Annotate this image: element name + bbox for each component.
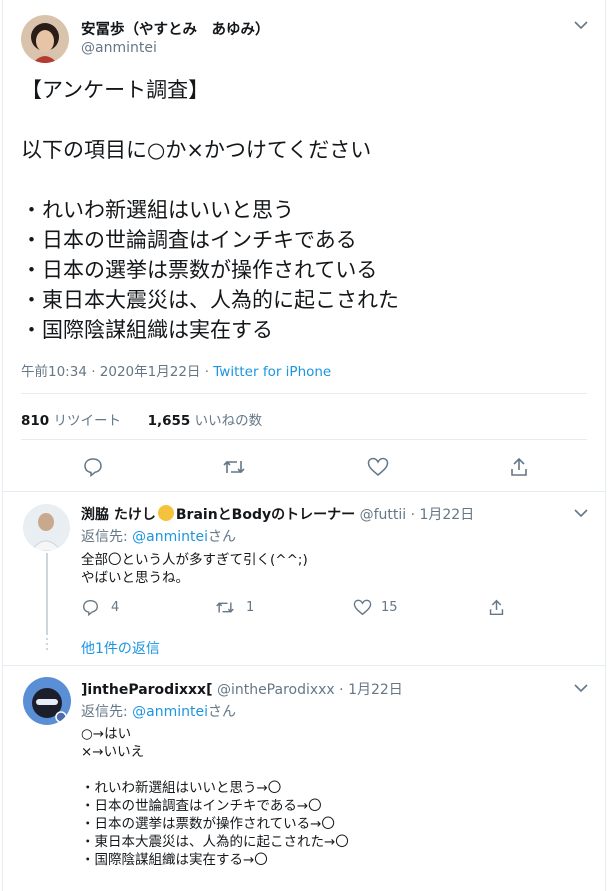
reply-author-handle[interactable]: @intheParodixxx: [217, 682, 335, 698]
reply-line: ・国際陰謀組織は実在する→〇: [81, 852, 268, 868]
divider: [21, 439, 587, 440]
smile-emoji-icon: [157, 505, 174, 521]
reply-to-suffix: さん: [208, 529, 237, 545]
like-label: いいねの数: [194, 413, 263, 429]
reply-author-line: ]intheParodixxx[ @intheParodixxx · 1月22日: [81, 679, 403, 699]
author-avatar[interactable]: [21, 15, 69, 63]
divider: [3, 665, 605, 666]
show-more-replies-link[interactable]: 他1件の返信: [81, 638, 160, 658]
chevron-down-icon[interactable]: [574, 681, 588, 697]
tweet-line: ・れいわ新選組はいいと思う: [21, 198, 294, 222]
chevron-down-icon[interactable]: [574, 506, 588, 522]
author-name[interactable]: 安冨歩（やすとみ あゆみ）: [81, 18, 270, 39]
reply-line: ○→はい: [81, 726, 132, 742]
divider: [3, 491, 605, 492]
reply-icon[interactable]: [82, 599, 99, 620]
reply-to-label: 返信先:: [81, 529, 133, 545]
reply-line: ×→いいえ: [81, 744, 145, 760]
thread-dots: [46, 633, 48, 650]
like-icon[interactable]: [353, 599, 372, 620]
reply-to-label: 返信先:: [81, 704, 133, 720]
reply-avatar[interactable]: [23, 677, 71, 725]
retweet-stat[interactable]: 810 リツイート: [21, 413, 121, 429]
reply-line: ・れいわ新選組はいいと思う→〇: [81, 780, 282, 796]
author-handle[interactable]: @anmintei: [81, 40, 157, 56]
reply-line: ・日本の世論調査はインチキである→〇: [81, 798, 322, 814]
reply-to: 返信先: @anminteiさん: [81, 526, 236, 546]
tweet-thread: 安冨歩（やすとみ あゆみ） @anmintei 【アンケート調査】 以下の項目に…: [2, 0, 606, 891]
reply-to-handle[interactable]: @anmintei: [132, 529, 208, 545]
tweet-line: ・日本の選挙は票数が操作されている: [21, 258, 378, 282]
like-icon[interactable]: [367, 457, 389, 481]
reply-body: 全部〇という人が多すぎて引く(^^;) やばいと思うね。: [81, 551, 308, 587]
like-count: 15: [381, 600, 398, 615]
reply-icon[interactable]: [83, 457, 103, 481]
reply-line: やばいと思うね。: [81, 570, 189, 586]
tweet-source-link[interactable]: Twitter for iPhone: [213, 364, 331, 380]
retweet-icon[interactable]: [215, 599, 235, 620]
tweet-line: ・東日本大震災は、人為的に起こされた: [21, 288, 399, 312]
reply-date[interactable]: · 1月22日: [339, 682, 403, 698]
reply-author-line: 渕脇 たけし BrainとBodyのトレーナー @futtii · 1月22日: [81, 504, 474, 524]
reply-author-handle[interactable]: @futtii: [360, 507, 407, 523]
reply-to-handle[interactable]: @anmintei: [132, 704, 208, 720]
chevron-down-icon[interactable]: [574, 18, 588, 34]
tweet-line: ・国際陰謀組織は実在する: [21, 318, 273, 342]
share-icon[interactable]: [488, 599, 505, 620]
tweet-line: [21, 165, 399, 195]
tweet-line: [21, 105, 399, 135]
retweet-count: 810: [21, 413, 50, 429]
reply-line: ・日本の選挙は票数が操作されている→〇: [81, 816, 335, 832]
tweet-meta: 午前10:34 · 2020年1月22日 · Twitter for iPhon…: [21, 360, 331, 380]
thread-line: [46, 553, 48, 633]
reply-author-name[interactable]: ]intheParodixxx[: [81, 682, 212, 698]
reply-line: ・東日本大震災は、人為的に起こされた→〇: [81, 834, 349, 850]
retweet-label: リツイート: [53, 413, 121, 429]
tweet-body: 【アンケート調査】 以下の項目に○か×かつけてください ・れいわ新選組はいいと思…: [21, 75, 399, 345]
reply-to-suffix: さん: [208, 704, 237, 720]
reply-author-name[interactable]: 渕脇 たけし: [81, 507, 156, 523]
tweet-line: ・日本の世論調査はインチキである: [21, 228, 357, 252]
retweet-icon[interactable]: [222, 457, 246, 481]
reply-body: ○→はい ×→いいえ ・れいわ新選組はいいと思う→〇 ・日本の世論調査はインチキ…: [81, 725, 349, 869]
reply-line: 全部〇という人が多すぎて引く(^^;): [81, 552, 308, 568]
reply-count: 4: [111, 600, 120, 615]
reply-author-name-rest[interactable]: BrainとBodyのトレーナー: [176, 507, 355, 523]
like-stat[interactable]: 1,655 いいねの数: [148, 413, 263, 429]
reply-to: 返信先: @anminteiさん: [81, 701, 236, 721]
tweet-line: 【アンケート調査】: [21, 78, 210, 102]
tweet-stats: 810 リツイート 1,655 いいねの数: [21, 409, 262, 429]
like-count: 1,655: [147, 413, 191, 429]
divider: [21, 393, 587, 394]
tweet-timestamp[interactable]: 午前10:34 · 2020年1月22日 ·: [21, 364, 213, 380]
tweet-line: 以下の項目に○か×かつけてください: [21, 138, 372, 162]
reply-date[interactable]: · 1月22日: [411, 507, 475, 523]
reply-avatar[interactable]: [23, 504, 70, 551]
reply-line: [81, 761, 349, 779]
share-icon[interactable]: [509, 457, 529, 481]
retweet-count: 1: [246, 600, 255, 615]
